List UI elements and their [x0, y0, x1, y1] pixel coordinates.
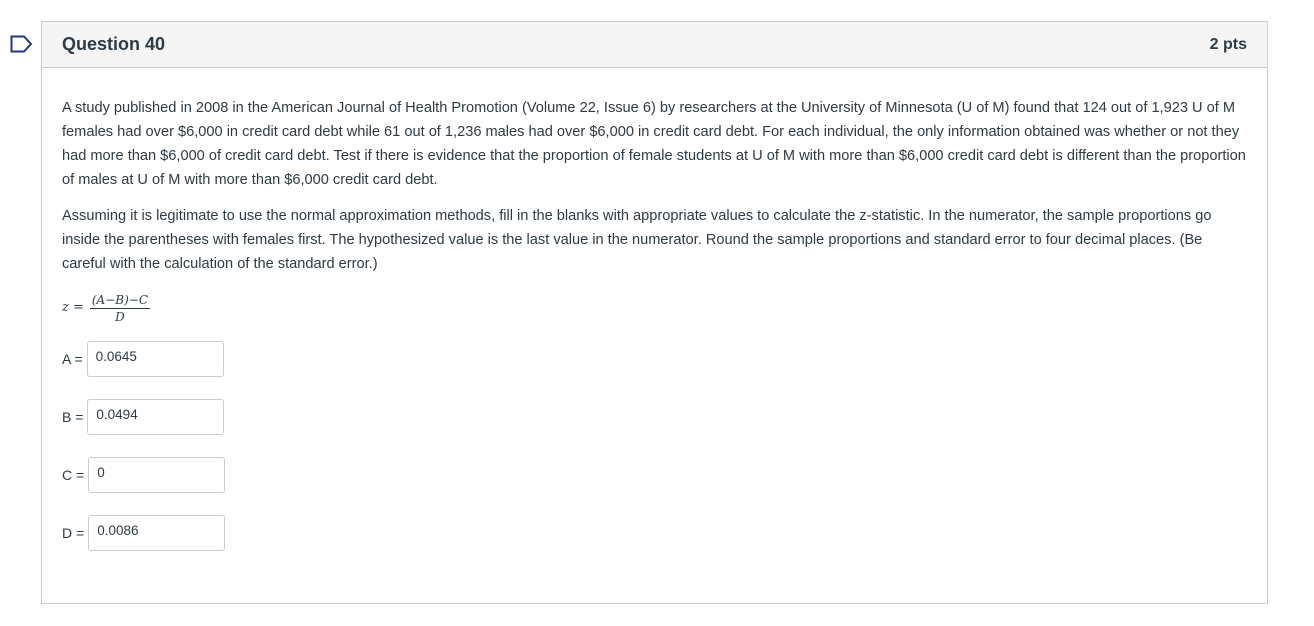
z-formula: z = (A−B)−C D [62, 288, 1247, 328]
quiz-page: Question 40 2 pts A study published in 2… [0, 0, 1314, 626]
answer-input-c[interactable]: 0 [88, 457, 226, 493]
question-paragraph-2: Assuming it is legitimate to use the nor… [62, 208, 1212, 272]
formula-fraction: (A−B)−C D [89, 292, 151, 324]
answer-label-c: C = [62, 467, 85, 483]
formula-lhs: z = [62, 300, 84, 315]
answer-row-c: C = 0 [62, 456, 1247, 494]
answer-input-a[interactable]: 0.0645 [86, 341, 224, 377]
answer-label-b: B = [62, 409, 84, 425]
answer-input-d[interactable]: 0.0086 [88, 515, 226, 551]
question-card: Question 40 2 pts A study published in 2… [41, 21, 1268, 604]
flag-outline-icon[interactable] [10, 35, 34, 53]
answer-label-d: D = [62, 525, 85, 541]
answer-list: A = 0.0645 B = 0.0494 C = 0 D = 0.0086 [62, 340, 1247, 552]
formula-numerator: (A−B)−C [89, 292, 151, 309]
question-header: Question 40 2 pts [42, 22, 1267, 68]
question-body: A study published in 2008 in the America… [42, 68, 1267, 552]
answer-row-d: D = 0.0086 [62, 514, 1247, 552]
answer-input-b[interactable]: 0.0494 [87, 399, 225, 435]
answer-row-b: B = 0.0494 [62, 398, 1247, 436]
question-paragraph-1: A study published in 2008 in the America… [62, 100, 1246, 188]
answer-row-a: A = 0.0645 [62, 340, 1247, 378]
question-title: Question 40 [62, 34, 166, 54]
formula-denominator: D [115, 309, 125, 324]
question-points: 2 pts [1209, 35, 1247, 53]
answer-label-a: A = [62, 351, 83, 367]
